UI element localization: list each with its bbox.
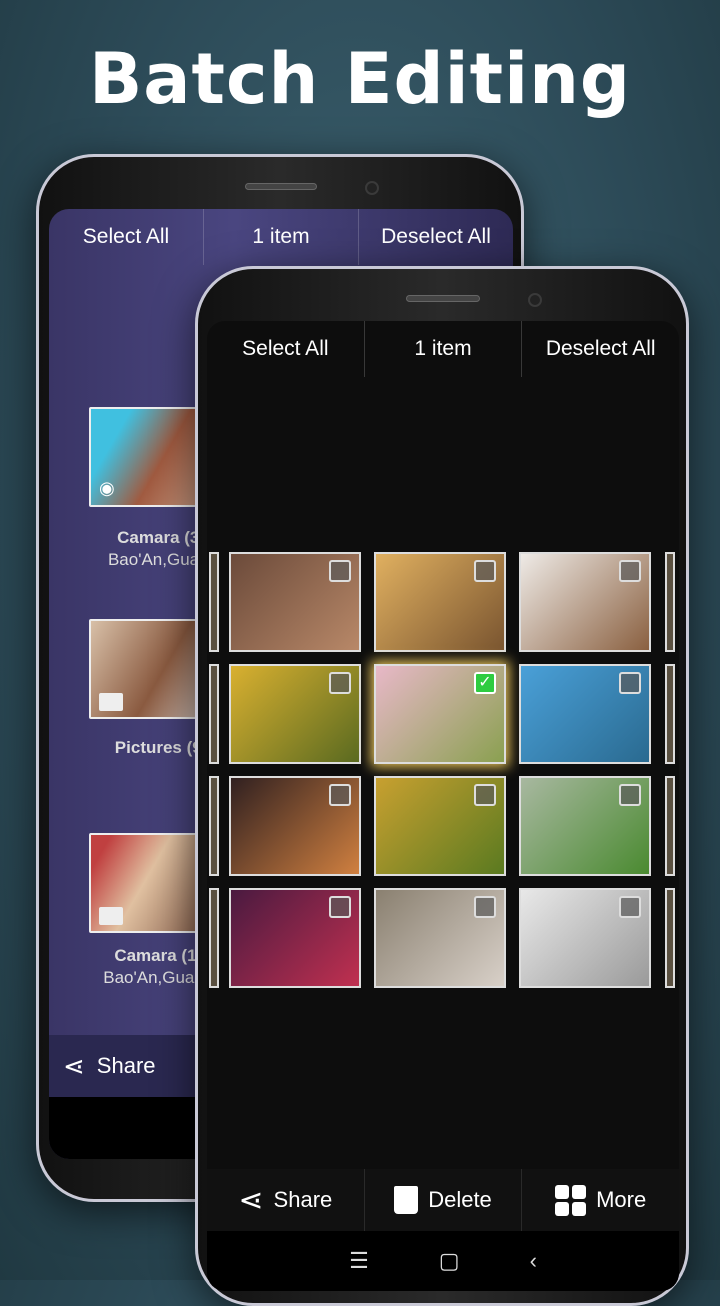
select-checkbox[interactable] <box>619 784 641 806</box>
partial-photo-tile <box>209 552 219 652</box>
front-topbar: Select All 1 item Deselect All <box>207 321 679 377</box>
partial-photo-tile <box>665 664 675 764</box>
select-checkbox[interactable] <box>329 560 351 582</box>
select-checkbox[interactable]: ✓ <box>474 672 496 694</box>
item-count: 1 item <box>365 321 523 377</box>
camera-lens <box>365 181 379 195</box>
delete-button[interactable]: Delete <box>365 1169 523 1231</box>
front-phone: Select All 1 item Deselect All ✓ ⋖ Share … <box>195 266 689 1306</box>
photo-tile[interactable] <box>229 552 361 652</box>
photo-tile[interactable] <box>519 664 651 764</box>
item-count: 1 item <box>204 209 359 265</box>
back-topbar: Select All 1 item Deselect All <box>49 209 513 265</box>
front-screen: Select All 1 item Deselect All ✓ ⋖ Share … <box>207 321 679 1291</box>
select-checkbox[interactable] <box>619 560 641 582</box>
share-icon: ⋖ <box>63 1050 85 1081</box>
speaker <box>245 183 317 190</box>
share-label: Share <box>273 1187 333 1212</box>
photo-tile[interactable] <box>229 776 361 876</box>
select-checkbox[interactable] <box>619 672 641 694</box>
select-checkbox[interactable] <box>329 784 351 806</box>
select-all-button[interactable]: Select All <box>49 209 204 265</box>
select-checkbox[interactable] <box>619 896 641 918</box>
partial-photo-tile <box>209 776 219 876</box>
select-checkbox[interactable] <box>474 560 496 582</box>
partial-photo-tile <box>209 888 219 988</box>
deselect-all-button[interactable]: Deselect All <box>522 321 679 377</box>
select-all-button[interactable]: Select All <box>207 321 365 377</box>
camera-icon: ◉ <box>99 478 115 498</box>
photo-tile[interactable] <box>374 552 506 652</box>
partial-photo-tile <box>665 888 675 988</box>
share-button[interactable]: ⋖ Share <box>207 1169 365 1231</box>
camera-lens <box>528 293 542 307</box>
select-checkbox[interactable] <box>329 672 351 694</box>
system-nav: ☰ ▢ ‹ <box>207 1231 679 1291</box>
photo-tile[interactable] <box>519 888 651 988</box>
partial-photo-tile <box>665 552 675 652</box>
deselect-all-button[interactable]: Deselect All <box>359 209 513 265</box>
photo-tile[interactable] <box>229 664 361 764</box>
headline: Batch Editing <box>88 38 632 120</box>
photo-tile[interactable] <box>374 888 506 988</box>
photo-tile[interactable] <box>229 888 361 988</box>
photo-tile[interactable]: ✓ <box>374 664 506 764</box>
select-checkbox[interactable] <box>474 896 496 918</box>
partial-photo-tile <box>665 776 675 876</box>
partial-photo-tile <box>209 664 219 764</box>
back-button[interactable]: ‹ <box>530 1248 537 1274</box>
photo-tile[interactable] <box>519 552 651 652</box>
select-checkbox[interactable] <box>474 784 496 806</box>
photo-tile[interactable] <box>519 776 651 876</box>
home-button[interactable]: ▢ <box>439 1248 460 1274</box>
action-bar: ⋖ Share Delete More <box>207 1169 679 1231</box>
folder-icon <box>99 693 123 711</box>
share-icon: ⋖ <box>238 1183 264 1217</box>
folder-icon <box>99 907 123 925</box>
recents-button[interactable]: ☰ <box>349 1248 369 1274</box>
delete-label: Delete <box>428 1187 492 1212</box>
select-checkbox[interactable] <box>329 896 351 918</box>
trash-icon <box>394 1186 419 1214</box>
grid-icon <box>555 1184 587 1216</box>
more-label: More <box>596 1187 647 1212</box>
speaker <box>406 295 480 302</box>
more-button[interactable]: More <box>522 1169 679 1231</box>
photo-tile[interactable] <box>374 776 506 876</box>
share-label: Share <box>96 1053 156 1078</box>
